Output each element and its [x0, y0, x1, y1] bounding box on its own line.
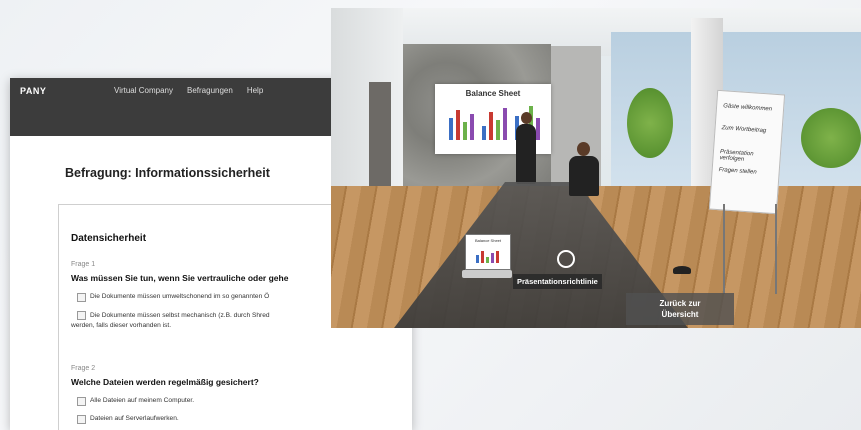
nav-help[interactable]: Help [247, 86, 263, 95]
flipchart-line: Zum Wortbeitrag [721, 125, 767, 135]
meeting-room-scene[interactable]: Balance Sheet Gäste willkommen Zum Wortb… [331, 8, 861, 328]
brand-logo: PANY [20, 86, 47, 96]
section-title: Datensicherheit [71, 233, 147, 244]
question-1-text: Was müssen Sie tun, wenn Sie vertraulich… [71, 273, 289, 283]
tree [801, 108, 861, 168]
seated-person-avatar [569, 156, 599, 196]
object-label: Präsentationsrichtlinie [513, 274, 602, 289]
nav-virtual-company[interactable]: Virtual Company [114, 86, 173, 95]
selection-cursor-icon [557, 250, 575, 268]
back-button-line-2: Übersicht [661, 310, 699, 319]
seated-person-head [577, 142, 590, 156]
q2-option-1-label: Alle Dateien auf meinem Computer. [90, 397, 195, 404]
presenter-head [521, 112, 532, 124]
q2-option-2-label: Dateien auf Serverlaufwerken. [90, 415, 179, 422]
flipchart-line: Gäste willkommen [722, 103, 773, 113]
hat-object[interactable] [673, 266, 691, 274]
back-to-overview-button[interactable]: Zurück zur Übersicht [626, 293, 734, 325]
back-button-line-1: Zurück zur [659, 299, 701, 308]
checkbox[interactable] [77, 397, 86, 406]
nav-befragungen[interactable]: Befragungen [187, 86, 233, 95]
laptop-screen-title: Balance Sheet [474, 238, 502, 243]
question-2-text: Welche Dateien werden regelmäßig gesiche… [71, 377, 259, 387]
main-nav: Virtual Company Befragungen Help [114, 86, 263, 95]
laptop-object[interactable]: Balance Sheet [462, 234, 512, 286]
laptop-bars [476, 249, 499, 263]
laptop-screen: Balance Sheet [465, 234, 511, 270]
checkbox[interactable] [77, 293, 86, 302]
flipchart[interactable]: Gäste willkommen Zum Wortbeitrag Präsent… [708, 89, 786, 215]
door [369, 82, 391, 192]
question-2-label: Frage 2 [71, 365, 96, 372]
flipchart-line: Fragen stellen [718, 167, 757, 176]
q1-option-2-continuation: werden, falls dieser vorhanden ist. [71, 322, 172, 330]
presenter-avatar [516, 124, 536, 184]
board-title: Balance Sheet [465, 89, 521, 98]
page-title: Befragung: Informationssicherheit [65, 166, 270, 180]
laptop-base [462, 270, 512, 278]
q1-option-1-label: Die Dokumente müssen umweltschonend im s… [90, 293, 270, 300]
checkbox[interactable] [77, 311, 86, 320]
q2-option-1[interactable]: Alle Dateien auf meinem Computer. [77, 397, 194, 406]
question-1-label: Frage 1 [71, 261, 96, 268]
checkbox[interactable] [77, 415, 86, 424]
q1-option-2-label: Die Dokumente müssen selbst mechanisch (… [90, 312, 270, 320]
flipchart-line: Präsentation verfolgen [719, 149, 754, 163]
tree [627, 88, 673, 158]
flipchart-stand [723, 204, 777, 294]
q1-option-1[interactable]: Die Dokumente müssen umweltschonend im s… [77, 293, 269, 302]
q2-option-2[interactable]: Dateien auf Serverlaufwerken. [77, 415, 179, 424]
